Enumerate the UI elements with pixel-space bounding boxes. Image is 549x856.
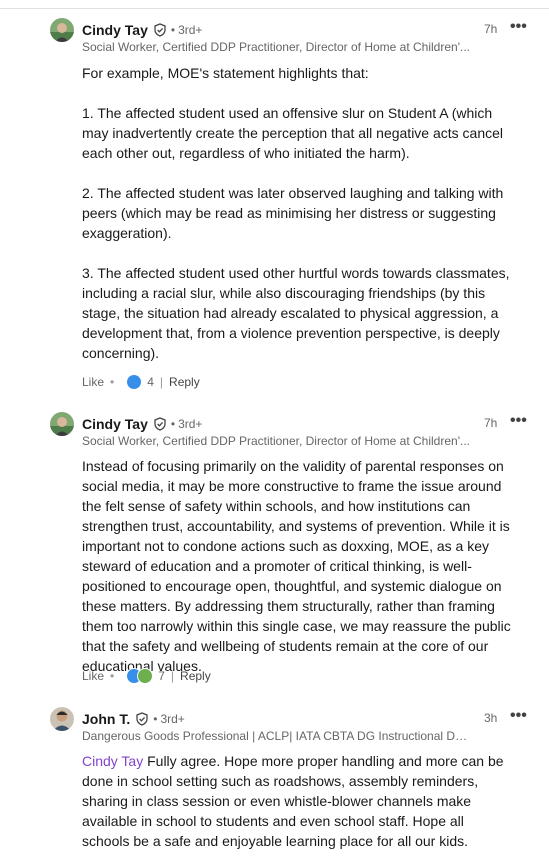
connection-degree: 3rd+: [178, 23, 203, 37]
more-icon[interactable]: •••: [510, 707, 527, 725]
separator-dot: •: [170, 417, 176, 431]
verified-shield-icon: [153, 23, 167, 37]
comment-text: Cindy Tay Fully agree. Hope more proper …: [82, 751, 512, 851]
connection-degree: 3rd+: [178, 417, 203, 431]
connection-degree: 3rd+: [160, 712, 185, 726]
author-name[interactable]: John T.: [82, 711, 130, 727]
separator-dot: •: [110, 669, 115, 683]
separator-dot: •: [170, 23, 176, 37]
like-reaction-icon: [126, 374, 143, 390]
comment-paragraph: Cindy Tay Fully agree. Hope more proper …: [82, 751, 512, 851]
verified-shield-icon: [135, 712, 149, 726]
author-name[interactable]: Cindy Tay: [82, 416, 148, 432]
comment-paragraph-text: Fully agree. Hope more proper handling a…: [82, 753, 504, 849]
comment-actions: Like • 4 | Reply: [82, 374, 200, 390]
like-button[interactable]: Like: [82, 375, 104, 389]
separator-dot: •: [110, 375, 115, 389]
comment-paragraph: Instead of focusing primarily on the val…: [82, 458, 511, 674]
reply-button[interactable]: Reply: [180, 669, 211, 683]
avatar[interactable]: [50, 18, 74, 42]
more-icon[interactable]: •••: [510, 18, 527, 36]
timestamp: 3h: [484, 711, 498, 725]
avatar[interactable]: [50, 412, 74, 436]
comment-paragraph: 3. The affected student used other hurtf…: [82, 265, 510, 361]
author-headline: Dangerous Goods Professional | ACLP| IAT…: [82, 729, 472, 743]
reaction-count[interactable]: 7: [158, 669, 165, 683]
like-button[interactable]: Like: [82, 669, 104, 683]
author-headline: Social Worker, Certified DDP Practitione…: [82, 40, 470, 54]
separator-dot: •: [153, 712, 158, 726]
comment-actions: Like • 7 | Reply: [82, 668, 211, 684]
comment-paragraph: 2. The affected student was later observ…: [82, 185, 504, 241]
reactions[interactable]: [126, 668, 154, 684]
verified-shield-icon: [153, 417, 167, 431]
celebrate-reaction-icon: [137, 668, 154, 684]
comment-text: For example, MOE's statement highlights …: [82, 63, 512, 363]
comment-text: Instead of focusing primarily on the val…: [82, 456, 512, 676]
reaction-count[interactable]: 4: [147, 375, 154, 389]
avatar[interactable]: [50, 707, 74, 731]
reactions[interactable]: [126, 374, 143, 390]
comment-paragraph: For example, MOE's statement highlights …: [82, 65, 369, 81]
timestamp: 7h: [484, 22, 498, 36]
reply-button[interactable]: Reply: [169, 375, 200, 389]
comment-paragraph: 1. The affected student used an offensiv…: [82, 105, 504, 161]
author-name[interactable]: Cindy Tay: [82, 22, 148, 38]
timestamp: 7h: [484, 416, 498, 430]
more-icon[interactable]: •••: [510, 412, 527, 430]
top-divider: [0, 8, 549, 9]
author-headline: Social Worker, Certified DDP Practitione…: [82, 434, 470, 448]
mention-link[interactable]: Cindy Tay: [82, 753, 143, 769]
